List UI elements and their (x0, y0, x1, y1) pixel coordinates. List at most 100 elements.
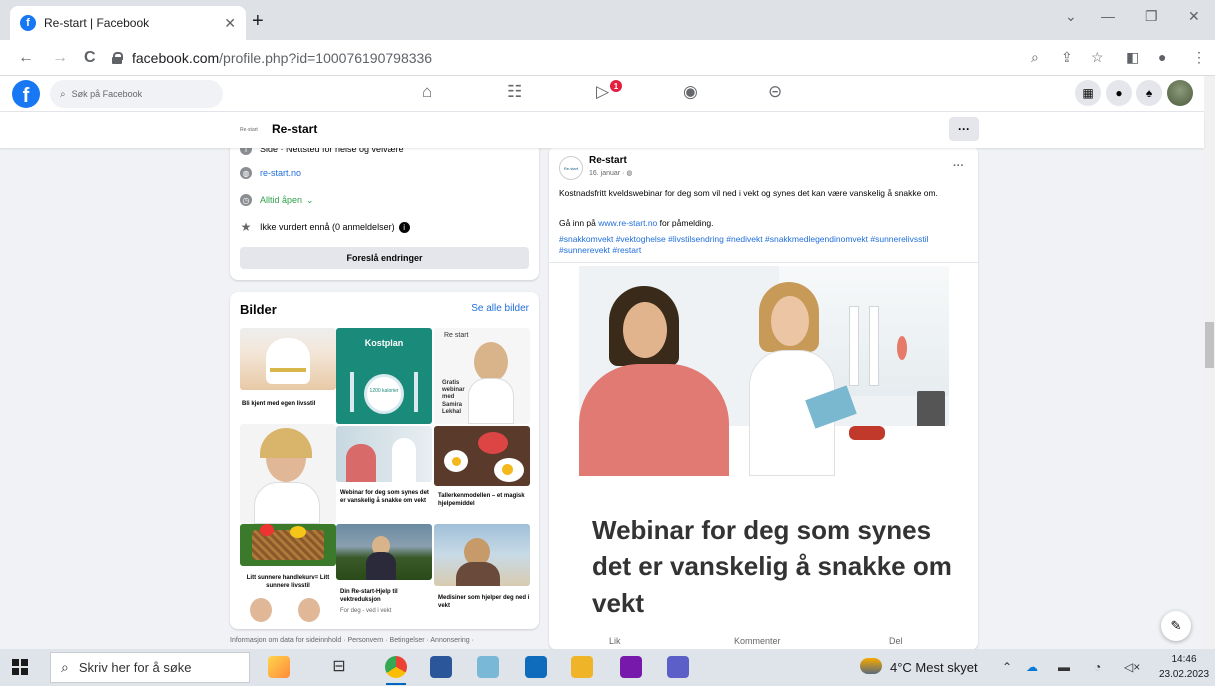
lock-icon[interactable] (112, 52, 123, 64)
photo-thumb-webinar[interactable] (336, 426, 432, 482)
profile-icon[interactable]: ● (1158, 49, 1166, 65)
photo-thumb-lifestyle[interactable] (240, 328, 336, 390)
photo-byline: For deg - ved i vekt (340, 608, 392, 614)
notifications-bell-icon[interactable]: ♠ (1136, 80, 1162, 106)
zoom-icon[interactable]: ⌕ (1031, 49, 1039, 66)
browser-tab-strip: f Re-start | Facebook ✕ + ⌄ — ❐ ✕ (0, 0, 1215, 40)
post-more-icon[interactable]: ··· (953, 160, 964, 172)
facebook-search-input[interactable]: ⌕ Søk på Facebook (50, 80, 223, 108)
wifi-icon[interactable]: ◔ (1094, 660, 1101, 674)
facebook-logo-icon[interactable]: f (12, 80, 40, 108)
weather-cloud-icon[interactable] (860, 658, 882, 674)
photo-thumb-kostplan[interactable]: Kostplan 1200 kalorier (336, 328, 432, 424)
post-image[interactable] (579, 266, 949, 476)
chrome-active-indicator (386, 683, 406, 685)
see-all-photos-link[interactable]: Se alle bilder (471, 303, 529, 314)
post-date[interactable]: 16. januar · ◍ (589, 169, 632, 177)
maximize-button[interactable]: ❐ (1145, 8, 1158, 25)
photos-app-icon[interactable] (477, 656, 499, 678)
new-message-edit-icon[interactable]: ✎ (1161, 611, 1191, 641)
clock-time: 14:46 (1171, 654, 1197, 665)
photo-thumb-gratis-webinar[interactable]: Re start Gratis webinar med Samira Lekha… (434, 328, 530, 424)
photo-thumb-restart-help[interactable] (336, 524, 432, 580)
clock-icon: ◷ (240, 194, 252, 206)
file-explorer-icon[interactable] (571, 656, 593, 678)
photo-thumb-basket[interactable] (240, 524, 336, 566)
photo-thumb-plate[interactable] (434, 426, 530, 486)
windows-start-icon[interactable] (12, 659, 28, 675)
page-mini-logo[interactable]: Re·start (240, 121, 264, 139)
hours-text[interactable]: Alltid åpen (260, 195, 302, 205)
back-button[interactable]: ← (18, 49, 34, 67)
post-text: Kostnadsfritt kveldswebinar for deg som … (559, 188, 938, 198)
battery-icon[interactable]: ▬ (1058, 660, 1070, 674)
close-window-button[interactable]: ✕ (1188, 8, 1200, 25)
restart-logo-text: Re start (444, 332, 469, 339)
onedrive-icon[interactable]: ☁ (1026, 660, 1038, 674)
friends-icon[interactable]: ☷ (507, 82, 522, 102)
taskbar-search-input[interactable]: ⌕ Skriv her for å søke (50, 652, 250, 683)
menu-kebab-icon[interactable]: ⋮ (1192, 49, 1206, 66)
task-view-icon[interactable]: ⊟ (328, 656, 350, 678)
url-path: /profile.php?id=100076190798336 (219, 50, 433, 66)
intro-card: i Side · Nettsted for helse og velvære ◍… (230, 135, 539, 280)
word-icon[interactable] (430, 656, 452, 678)
website-link[interactable]: re-start.no (260, 168, 301, 178)
home-icon[interactable]: ⌂ (422, 82, 432, 102)
share-button[interactable]: Del (889, 636, 903, 646)
tab-search-icon[interactable]: ⌄ (1065, 8, 1077, 25)
page-scrollbar-thumb[interactable] (1205, 322, 1214, 368)
info-circle-icon[interactable]: i (398, 221, 410, 233)
close-tab-icon[interactable]: ✕ (224, 15, 236, 32)
hours-row: ◷ Alltid åpen ⌄ (240, 194, 314, 206)
page-sticky-header: Re·start Re-start ··· (0, 112, 1204, 148)
account-avatar[interactable] (1167, 80, 1193, 106)
reload-button[interactable]: C (84, 49, 96, 67)
forward-button[interactable]: → (52, 49, 68, 67)
minimize-button[interactable]: — (1101, 8, 1115, 24)
menu-grid-icon[interactable]: ▦ (1075, 80, 1101, 106)
suggest-edits-button[interactable]: Foreslå endringer (240, 247, 529, 269)
post-card: Re-start Re-start 16. januar · ◍ ··· Kos… (549, 146, 978, 650)
clock-date: 23.02.2023 (1158, 668, 1210, 680)
new-tab-button[interactable]: + (252, 10, 264, 33)
url-host: facebook.com (132, 50, 220, 66)
volume-muted-icon[interactable]: ◁× (1124, 660, 1140, 674)
bookmark-star-icon[interactable]: ☆ (1091, 49, 1104, 66)
messenger-icon[interactable]: ● (1106, 80, 1132, 106)
footer-links[interactable]: Informasjon om data for sideinnhold · Pe… (230, 637, 539, 644)
tray-chevron-icon[interactable]: ⌃ (1002, 660, 1012, 674)
photo-caption: Tallerkenmodellen – et magisk hjelpemidd… (438, 493, 525, 508)
weather-widget-icon[interactable] (268, 656, 290, 678)
page-name[interactable]: Re-start (272, 122, 317, 136)
side-panel-icon[interactable]: ◧ (1126, 49, 1139, 66)
hours-chevron-icon[interactable]: ⌄ (306, 195, 314, 206)
address-bar[interactable]: facebook.com/profile.php?id=100076190798… (112, 45, 1052, 71)
post-hashtags[interactable]: #snakkomvekt #vektoghelse #livstilsendri… (559, 234, 969, 257)
share-icon[interactable]: ⇪ (1061, 49, 1073, 66)
post-cta-suffix: for påmelding. (657, 218, 714, 228)
windows-taskbar: ⌕ Skriv her for å søke ⊟ 4°C Mest skyet … (0, 649, 1215, 686)
photo-thumb-doctor[interactable] (240, 424, 336, 524)
outlook-icon[interactable] (525, 656, 547, 678)
onenote-icon[interactable] (620, 656, 642, 678)
kostplan-label: Kostplan (364, 338, 404, 348)
weather-text[interactable]: 4°C Mest skyet (890, 660, 978, 675)
website-row: ◍ re-start.no (240, 167, 301, 179)
taskbar-clock[interactable]: 14:46 23.02.2023 (1156, 653, 1212, 682)
comment-button[interactable]: Kommenter (734, 636, 781, 646)
chrome-icon[interactable] (385, 656, 407, 678)
post-cta-link[interactable]: www.re-start.no (598, 218, 657, 228)
gaming-icon[interactable]: ⊝ (768, 82, 782, 102)
globe-icon: ◍ (240, 167, 252, 179)
groups-icon[interactable]: ◉ (683, 82, 698, 102)
rating-row: ★ Ikke vurdert ennå (0 anmeldelser) i (240, 220, 410, 234)
post-author[interactable]: Re-start (589, 155, 627, 166)
like-button[interactable]: Lik (609, 636, 621, 646)
teams-icon[interactable] (667, 656, 689, 678)
photo-thumb-medicine[interactable] (434, 524, 530, 586)
watch-video-icon[interactable]: ▷ (596, 82, 609, 102)
more-options-button[interactable]: ··· (949, 117, 979, 141)
post-avatar[interactable]: Re-start (559, 156, 583, 180)
browser-tab[interactable]: f Re-start | Facebook ✕ (10, 6, 246, 40)
